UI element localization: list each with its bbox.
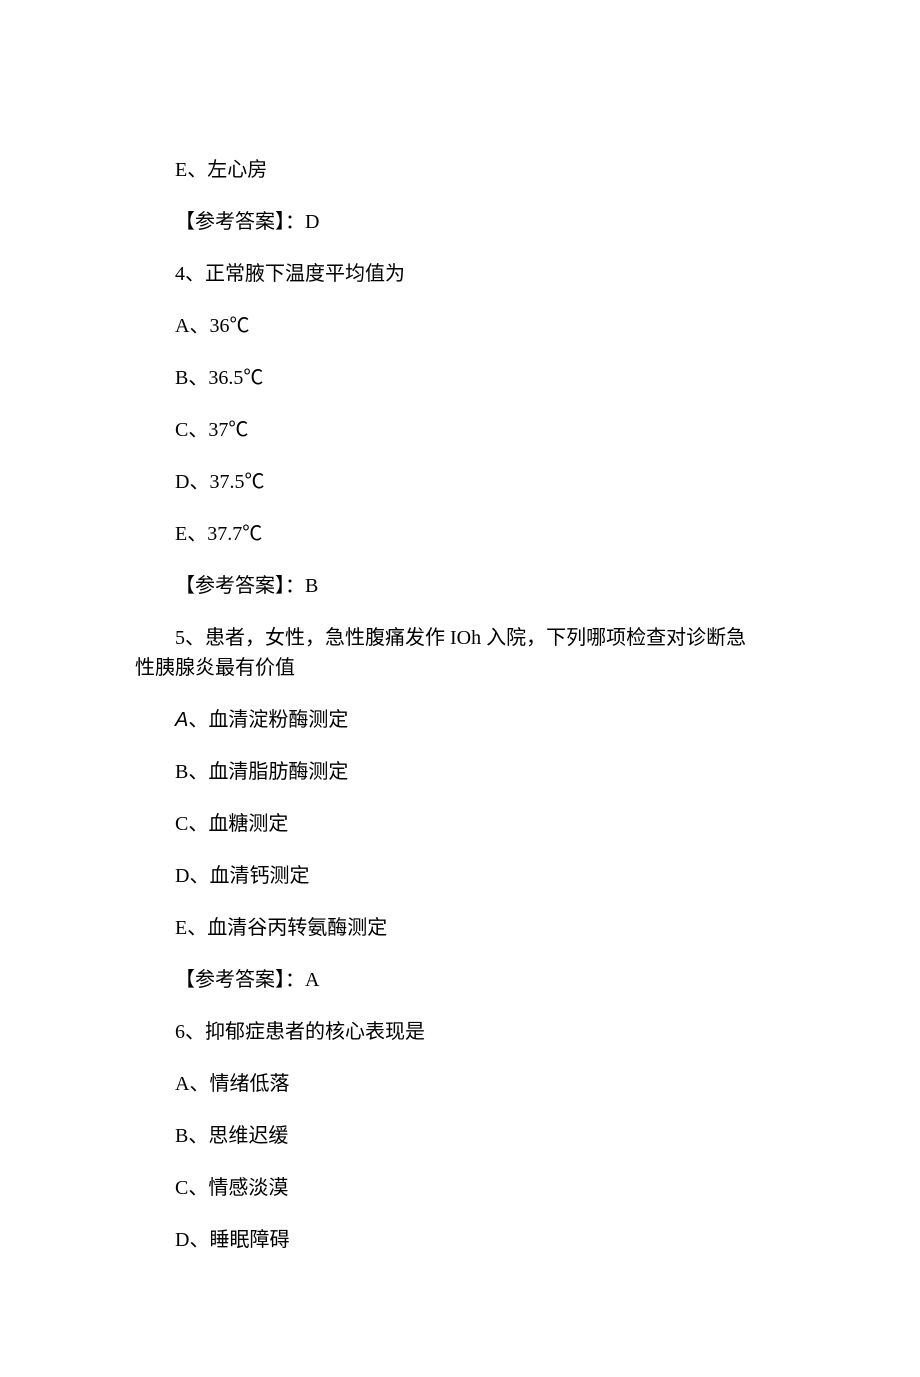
q6-option-d: D、睡眠障碍	[135, 1225, 750, 1255]
q5-option-a: A、血清淀粉酶测定	[135, 705, 750, 735]
q5-option-e: E、血清谷丙转氨酶测定	[135, 913, 750, 943]
q6-option-a: A、情绪低落	[135, 1069, 750, 1099]
q4-answer: 【参考答案】：B	[135, 571, 750, 601]
q5-stem: 5、患者，女性，急性腹痛发作 IOh 入院，下列哪项检查对诊断急性胰腺炎最有价值	[135, 623, 750, 683]
q5-option-a-text: 、血清淀粉酶测定	[188, 709, 348, 731]
q6-stem: 6、抑郁症患者的核心表现是	[135, 1017, 750, 1047]
q5-option-c: C、血糖测定	[135, 809, 750, 839]
q5-option-d: D、血清钙测定	[135, 861, 750, 891]
q6-option-b: B、思维迟缓	[135, 1121, 750, 1151]
q3-option-e: E、左心房	[135, 155, 750, 185]
q5-answer: 【参考答案】：A	[135, 965, 750, 995]
q4-stem: 4、正常腋下温度平均值为	[135, 259, 750, 289]
q3-answer: 【参考答案】：D	[135, 207, 750, 237]
q4-option-b: B、36.5℃	[135, 363, 750, 393]
q4-option-d: D、37.5℃	[135, 467, 750, 497]
q6-option-c: C、情感淡漠	[135, 1173, 750, 1203]
q5-option-b: B、血清脂肪酶测定	[135, 757, 750, 787]
q4-option-a: A、36℃	[135, 311, 750, 341]
q4-option-e: E、37.7℃	[135, 519, 750, 549]
q4-option-c: C、37℃	[135, 415, 750, 445]
q5-option-a-letter: A	[175, 709, 188, 731]
